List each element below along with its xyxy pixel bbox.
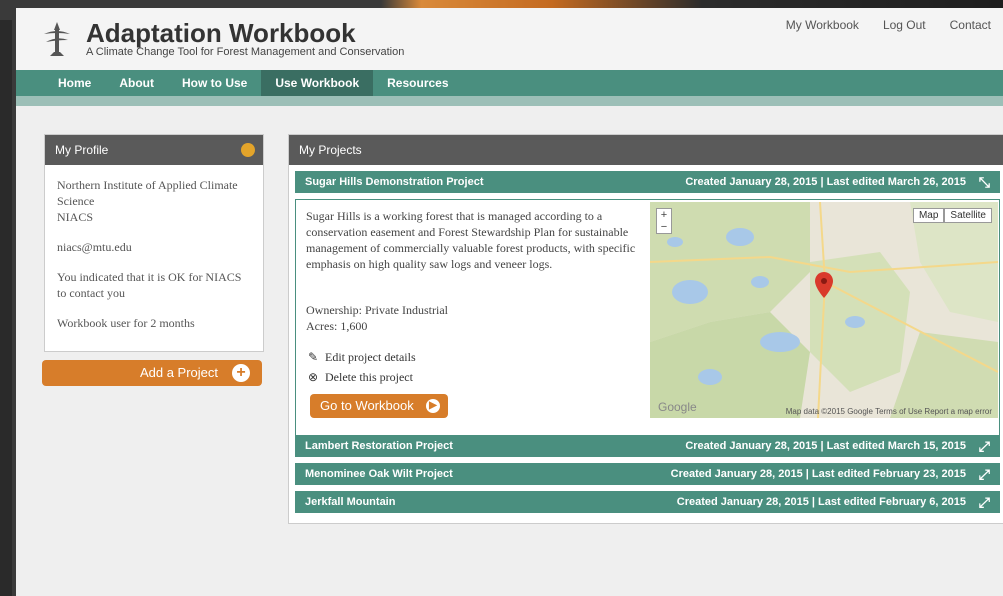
nav-subbar — [16, 96, 1003, 106]
project-name: Jerkfall Mountain — [305, 496, 396, 508]
edit-project-label: Edit project details — [325, 350, 416, 364]
site-header: Adaptation Workbook A Climate Change Too… — [16, 8, 1003, 70]
add-project-label: Add a Project — [139, 365, 218, 380]
projects-heading: My Projects — [289, 135, 1003, 165]
arrow-right-icon: ▶ — [426, 399, 440, 413]
profile-org: Northern Institute of Applied Climate Sc… — [57, 178, 238, 208]
gear-icon[interactable] — [241, 143, 255, 157]
app-title: Adaptation Workbook — [86, 18, 356, 48]
map-footer: Map data ©2015 Google Terms of Use Repor… — [785, 407, 992, 416]
profile-abbr: NIACS — [57, 210, 94, 224]
project-bar-lambert[interactable]: Lambert Restoration Project Created Janu… — [295, 435, 1000, 457]
expand-icon[interactable]: ⤢ — [979, 491, 990, 513]
nav-use-workbook[interactable]: Use Workbook — [261, 70, 374, 96]
project-name: Sugar Hills Demonstration Project — [305, 176, 484, 188]
project-name: Lambert Restoration Project — [305, 440, 453, 452]
map-view-button[interactable]: Map — [912, 208, 945, 223]
satellite-view-button[interactable]: Satellite — [944, 208, 992, 223]
profile-contact-note: You indicated that it is OK for NIACS to… — [57, 270, 242, 300]
profile-body: Northern Institute of Applied Climate Sc… — [45, 165, 263, 357]
profile-tenure: Workbook user for 2 months — [57, 316, 195, 330]
project-dates: Created January 28, 2015 | Last edited M… — [685, 176, 966, 188]
top-links: My Workbook Log Out Contact — [786, 18, 991, 32]
delete-project-link[interactable]: ⊗ Delete this project — [308, 370, 413, 385]
app-subtitle: A Climate Change Tool for Forest Managem… — [86, 46, 405, 58]
edit-project-link[interactable]: ✎ Edit project details — [308, 350, 416, 365]
map-image — [650, 202, 998, 418]
add-project-button[interactable]: Add a Project + — [42, 360, 262, 386]
project-name: Menominee Oak Wilt Project — [305, 468, 453, 480]
my-workbook-link[interactable]: My Workbook — [786, 18, 859, 32]
project-dates: Created January 28, 2015 | Last edited M… — [685, 440, 966, 452]
profile-heading-label: My Profile — [55, 143, 109, 157]
project-description: Sugar Hills is a working forest that is … — [306, 209, 636, 271]
collapse-icon[interactable]: ⤡ — [979, 171, 990, 193]
delete-project-label: Delete this project — [325, 370, 413, 384]
expand-icon[interactable]: ⤢ — [979, 463, 990, 485]
nav-about[interactable]: About — [105, 70, 168, 96]
nav-home[interactable]: Home — [44, 70, 105, 96]
project-bar-jerkfall[interactable]: Jerkfall Mountain Created January 28, 20… — [295, 491, 1000, 513]
project-map[interactable]: + − Map Satellite Google Map data ©2015 G… — [650, 202, 998, 418]
go-to-workbook-button[interactable]: Go to Workbook ▶ — [310, 394, 448, 418]
browser-screen: Adaptation Workbook A Climate Change Too… — [12, 8, 1003, 596]
project-ownership: Ownership: Private Industrial — [306, 303, 448, 317]
zoom-controls[interactable]: + − — [656, 208, 672, 234]
project-acres: Acres: 1,600 — [306, 319, 368, 333]
nav-how-to-use[interactable]: How to Use — [168, 70, 261, 96]
remove-icon: ⊗ — [308, 370, 319, 384]
profile-heading: My Profile — [45, 135, 263, 165]
project-details: Sugar Hills is a working forest that is … — [295, 199, 1000, 447]
go-to-workbook-label: Go to Workbook — [320, 398, 414, 413]
map-type-toggle: Map Satellite — [912, 208, 992, 223]
project-bar-sugar-hills[interactable]: Sugar Hills Demonstration Project Create… — [295, 171, 1000, 193]
expand-icon[interactable]: ⤢ — [979, 435, 990, 457]
tree-logo-icon — [44, 22, 70, 56]
project-bar-menominee[interactable]: Menominee Oak Wilt Project Created Janua… — [295, 463, 1000, 485]
pencil-icon: ✎ — [308, 350, 319, 364]
profile-panel: My Profile Northern Institute of Applied… — [44, 134, 264, 352]
log-out-link[interactable]: Log Out — [883, 18, 926, 32]
profile-email: niacs@mtu.edu — [57, 240, 132, 254]
plus-icon: + — [232, 364, 250, 382]
project-dates: Created January 28, 2015 | Last edited F… — [676, 496, 966, 508]
nav-resources[interactable]: Resources — [373, 70, 462, 96]
project-dates: Created January 28, 2015 | Last edited F… — [670, 468, 966, 480]
map-brand: Google — [658, 400, 697, 414]
project-meta: Ownership: Private Industrial Acres: 1,6… — [306, 302, 636, 334]
projects-panel: My Projects Sugar Hills Demonstration Pr… — [288, 134, 1003, 524]
contact-link[interactable]: Contact — [950, 18, 991, 32]
main-nav: Home About How to Use Use Workbook Resou… — [16, 70, 1003, 96]
